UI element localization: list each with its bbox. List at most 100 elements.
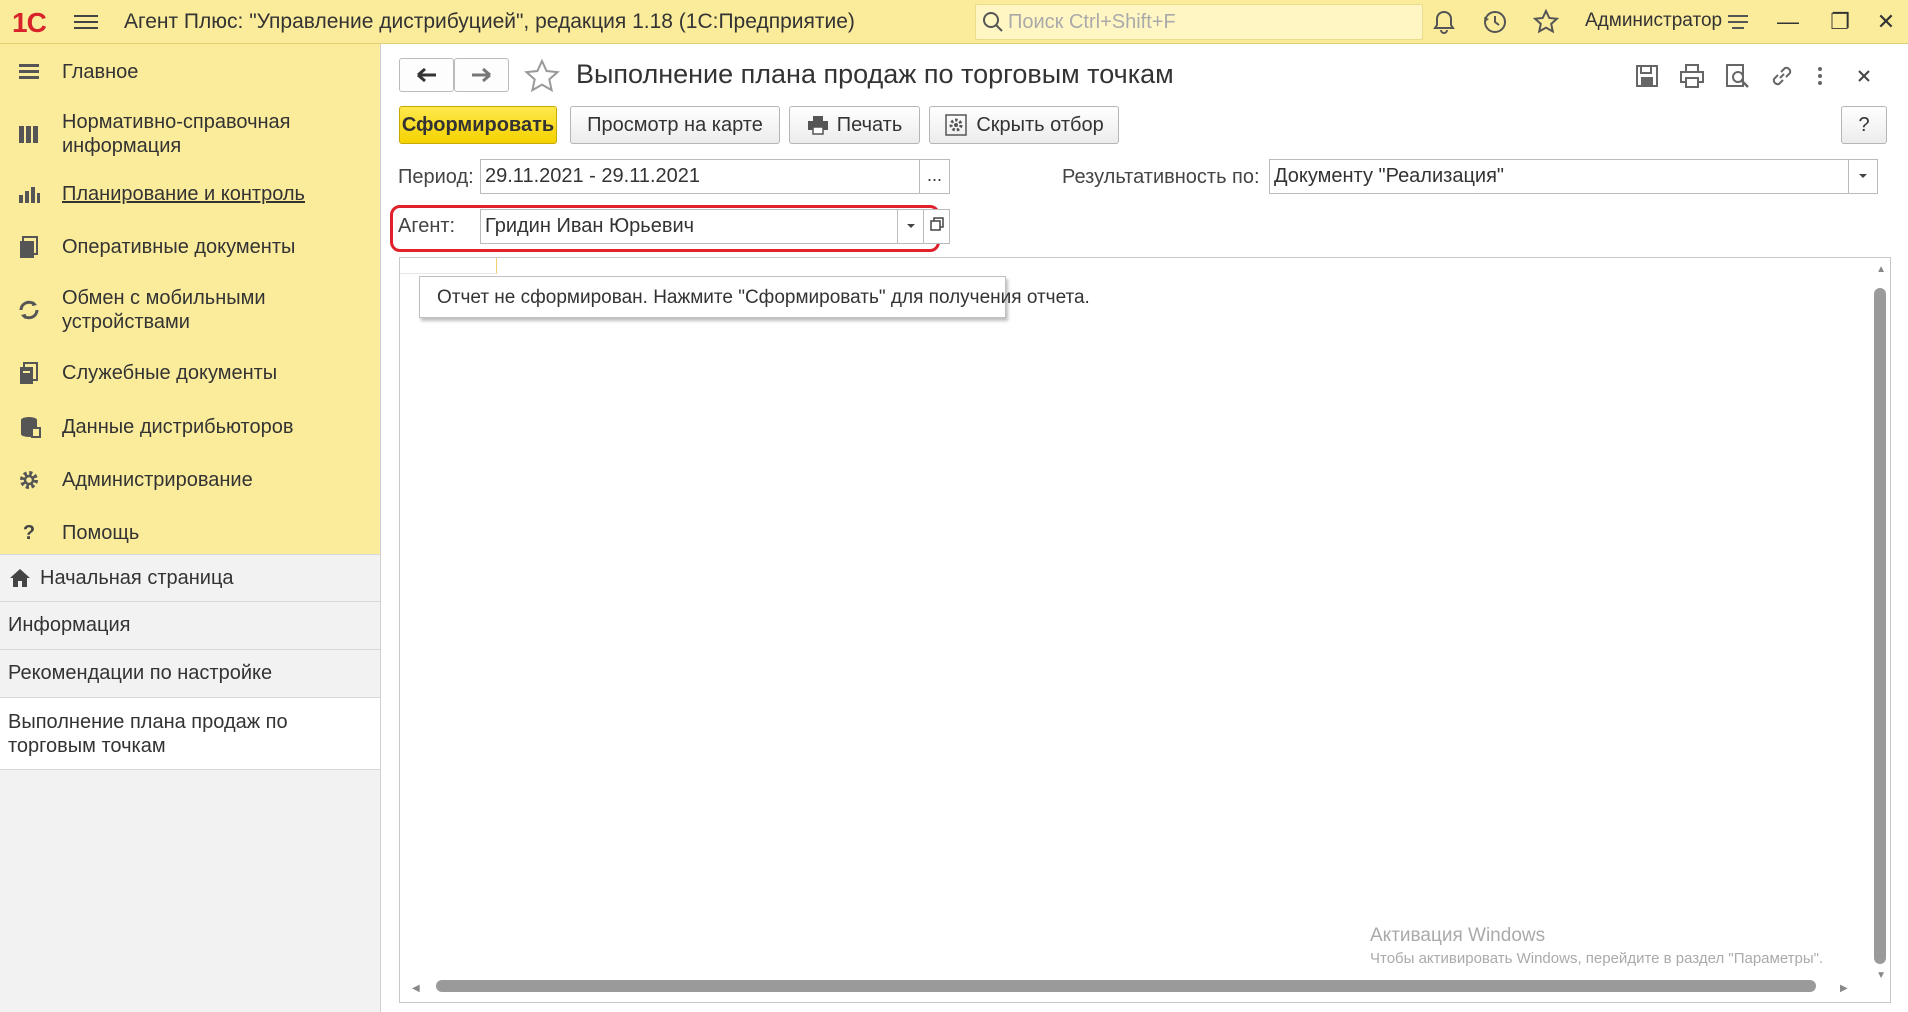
- minimize-button[interactable]: —: [1768, 6, 1808, 38]
- open-window-info[interactable]: Информация: [0, 602, 380, 650]
- restore-button[interactable]: ❐: [1820, 6, 1860, 38]
- favorite-star-icon[interactable]: [523, 58, 561, 94]
- sections-panel: Главное Нормативно-справочная информация…: [0, 44, 380, 554]
- section-label: Нормативно-справочная информация: [62, 111, 291, 157]
- scroll-down-icon[interactable]: ▼: [1876, 970, 1886, 981]
- chevron-down-icon: [1859, 174, 1867, 178]
- section-service-docs[interactable]: Служебные документы: [0, 346, 380, 400]
- database-icon: [21, 417, 41, 438]
- chevron-down-icon: [906, 224, 915, 228]
- effectiveness-field[interactable]: Документу "Реализация": [1269, 159, 1849, 194]
- report-not-generated-message: Отчет не сформирован. Нажмите "Сформиров…: [419, 276, 1090, 318]
- section-distributor-data[interactable]: Данные дистрибьюторов: [0, 400, 380, 454]
- agent-dropdown-button[interactable]: [897, 209, 924, 244]
- section-label: Служебные документы: [62, 362, 278, 384]
- horizontal-scrollbar[interactable]: [436, 980, 1816, 992]
- section-label: Администрирование: [62, 469, 253, 491]
- link-icon[interactable]: [1768, 62, 1796, 90]
- agent-open-button[interactable]: [923, 209, 950, 244]
- section-mobile-exchange[interactable]: Обмен с мобильными устройствами: [0, 274, 330, 346]
- windows-activation-watermark: Активация Windows Чтобы активировать Win…: [1370, 925, 1823, 967]
- gear-icon: [20, 471, 38, 489]
- effectiveness-label: Результативность по:: [1062, 166, 1260, 188]
- scroll-left-icon[interactable]: ◀: [412, 983, 420, 994]
- report-area[interactable]: Отчет не сформирован. Нажмите "Сформиров…: [399, 257, 1891, 1003]
- section-label: Помощь: [62, 522, 140, 544]
- open-window-label: Рекомендации по настройке: [8, 662, 273, 684]
- documents-icon: [20, 235, 38, 258]
- home-icon: [10, 569, 30, 587]
- search-icon: [983, 12, 1003, 32]
- forward-button[interactable]: [454, 58, 509, 92]
- settings-lines-icon[interactable]: [1724, 8, 1752, 36]
- open-window-icon: [929, 217, 944, 231]
- section-administration[interactable]: Администрирование: [0, 454, 380, 506]
- watermark-line1: Активация Windows: [1370, 925, 1546, 946]
- form-title: Выполнение плана продаж по торговым точк…: [576, 59, 1174, 89]
- close-window-button[interactable]: ✕: [1866, 6, 1906, 38]
- form-area: Выполнение плана продаж по торговым точк…: [382, 44, 1908, 1012]
- more-actions-icon[interactable]: [1806, 62, 1834, 90]
- open-window-label: Выполнение плана продаж по торговым точк…: [8, 710, 288, 757]
- open-window-home[interactable]: Начальная страница: [0, 554, 380, 602]
- preview-icon[interactable]: [1723, 62, 1751, 90]
- list-icon: [19, 63, 39, 79]
- print-icon[interactable]: [1678, 62, 1706, 90]
- chart-icon: [19, 187, 40, 203]
- effectiveness-dropdown-button[interactable]: [1848, 159, 1878, 194]
- hide-filter-label: Скрыть отбор: [976, 113, 1104, 136]
- star-icon[interactable]: [1532, 8, 1560, 36]
- section-label: Оперативные документы: [62, 235, 296, 258]
- scroll-right-icon[interactable]: ▶: [1840, 983, 1848, 994]
- history-icon[interactable]: [1481, 8, 1509, 36]
- print-button[interactable]: Печать: [789, 106, 920, 144]
- section-label: Планирование и контроль: [62, 183, 305, 205]
- section-planning[interactable]: Планирование и контроль: [0, 169, 380, 219]
- sync-icon: [19, 300, 39, 320]
- app-logo[interactable]: 1С: [12, 7, 47, 39]
- service-docs-icon: [20, 362, 38, 384]
- watermark-line2: Чтобы активировать Windows, перейдите в …: [1370, 950, 1824, 967]
- sidebar: Главное Нормативно-справочная информация…: [0, 44, 381, 1012]
- section-main[interactable]: Главное: [0, 44, 380, 99]
- back-button[interactable]: [399, 58, 454, 92]
- period-select-button[interactable]: ...: [919, 159, 950, 194]
- section-help[interactable]: ? Помощь: [0, 506, 380, 560]
- app-title: Агент Плюс: "Управление дистрибуцией", р…: [124, 10, 855, 33]
- section-reference[interactable]: Нормативно-справочная информация: [0, 99, 330, 169]
- generate-button[interactable]: Сформировать: [399, 106, 557, 144]
- section-label: Главное: [62, 60, 139, 83]
- books-icon: [19, 126, 38, 143]
- arrow-right-icon: [472, 67, 491, 83]
- period-label: Период:: [398, 166, 474, 188]
- open-window-label: Информация: [8, 614, 131, 636]
- agent-label: Агент:: [398, 215, 456, 237]
- scroll-up-icon[interactable]: ▲: [1876, 264, 1886, 275]
- section-label: Данные дистрибьюторов: [62, 416, 294, 438]
- close-form-icon[interactable]: [1850, 62, 1878, 90]
- open-windows-list: Начальная страница Информация Рекомендац…: [0, 554, 380, 770]
- open-window-sales-plan[interactable]: Выполнение плана продаж по торговым точк…: [0, 698, 380, 770]
- save-icon[interactable]: [1633, 62, 1661, 90]
- agent-field[interactable]: Гридин Иван Юрьевич: [480, 209, 898, 244]
- title-bar: 1С Агент Плюс: "Управление дистрибуцией"…: [0, 0, 1908, 44]
- main-menu-icon[interactable]: [74, 11, 98, 33]
- bell-icon[interactable]: [1430, 8, 1458, 36]
- map-view-button[interactable]: Просмотр на карте: [570, 106, 780, 144]
- print-label: Печать: [836, 113, 903, 136]
- printer-icon: [807, 116, 828, 135]
- period-field[interactable]: 29.11.2021 - 29.11.2021: [480, 159, 920, 194]
- arrow-left-icon: [417, 67, 436, 83]
- section-operational-docs[interactable]: Оперативные документы: [0, 219, 380, 274]
- vertical-scrollbar[interactable]: [1874, 288, 1886, 964]
- search-input[interactable]: Поиск Ctrl+Shift+F: [975, 4, 1423, 40]
- hide-filter-button[interactable]: Скрыть отбор: [929, 106, 1119, 144]
- open-window-label: Начальная страница: [40, 566, 234, 589]
- help-button[interactable]: ?: [1841, 106, 1887, 144]
- section-label: Обмен с мобильными устройствами: [62, 287, 266, 333]
- question-icon: ?: [22, 522, 36, 544]
- report-header-cell: [400, 258, 497, 274]
- current-user[interactable]: Администратор: [1585, 10, 1722, 32]
- search-placeholder: Поиск Ctrl+Shift+F: [1008, 11, 1176, 33]
- open-window-recommendations[interactable]: Рекомендации по настройке: [0, 650, 380, 698]
